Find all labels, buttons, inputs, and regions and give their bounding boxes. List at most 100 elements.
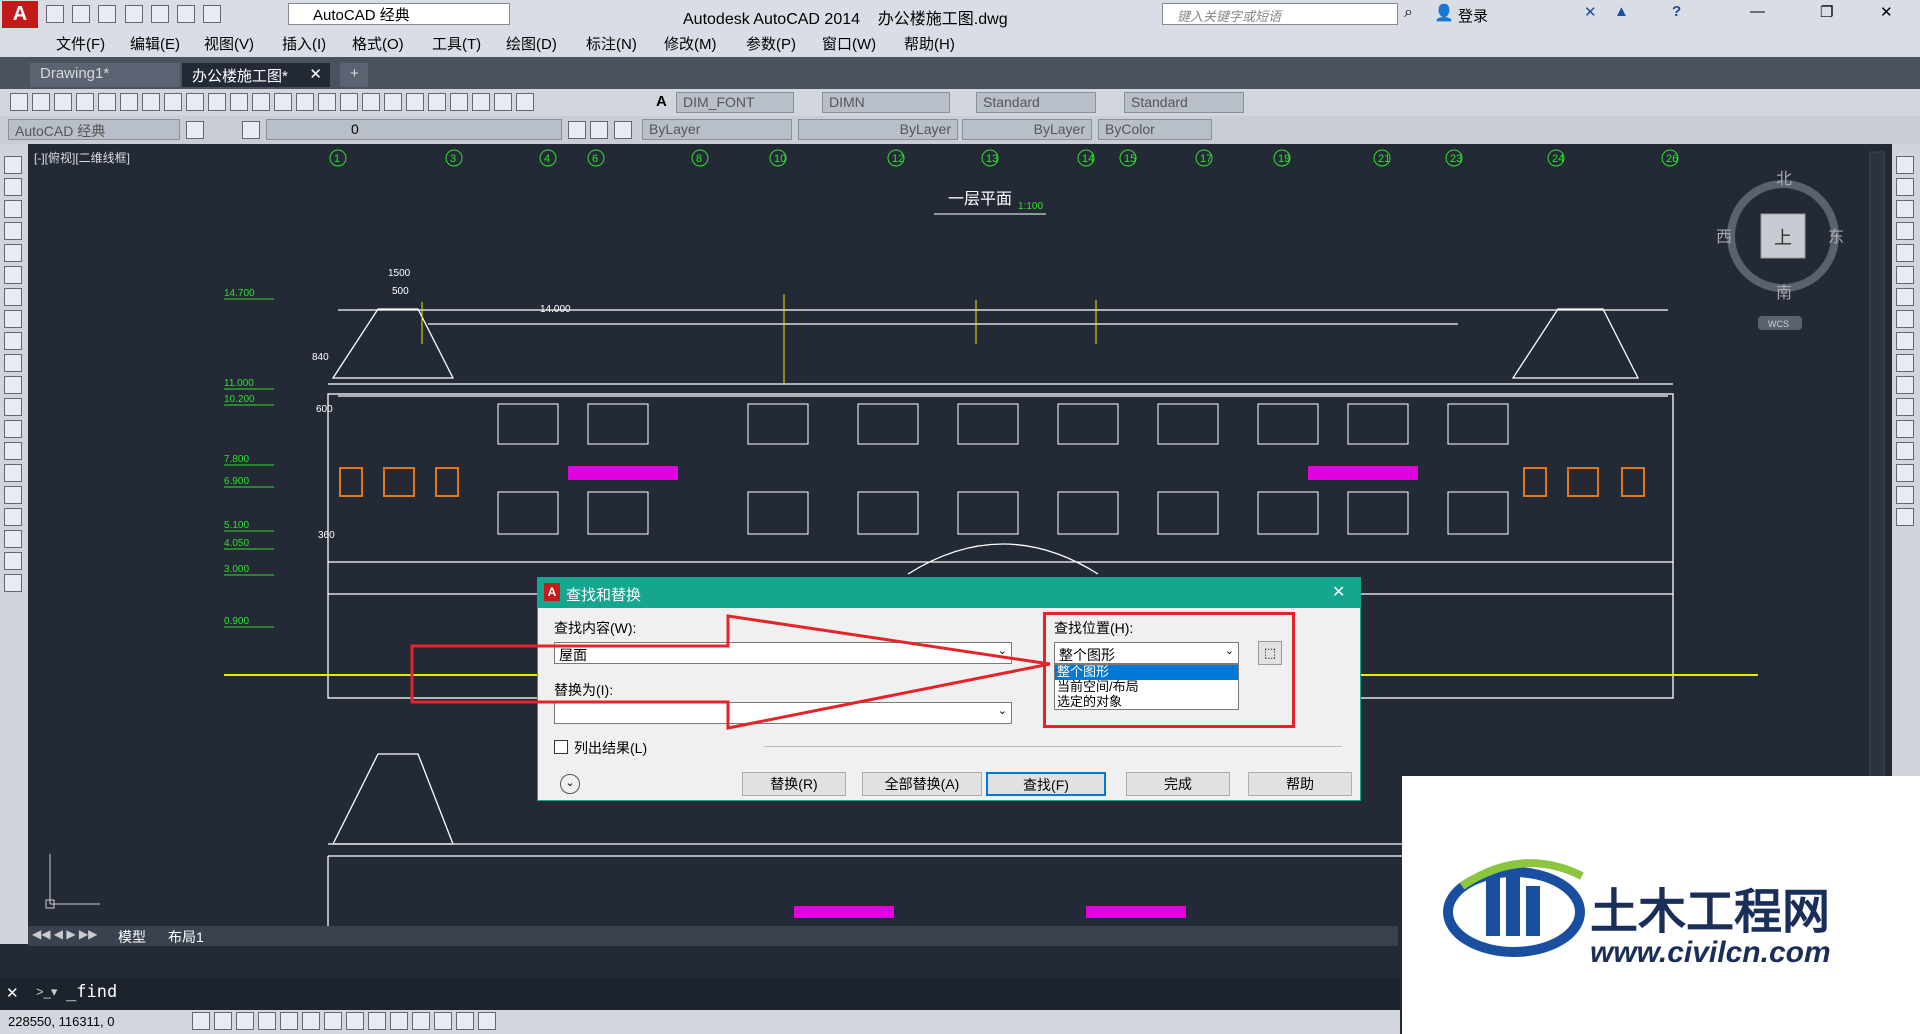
tab-office-drawing[interactable]: 办公楼施工图* ✕ [182,63,330,87]
dialog-close-icon[interactable]: ✕ [1332,582,1345,602]
ellipse-arc-icon[interactable] [4,376,22,394]
extend-icon[interactable] [1896,376,1914,394]
minimize-icon[interactable]: — [1750,3,1765,20]
linetype-dropdown[interactable]: ByLayer [798,119,958,140]
undo-icon[interactable] [274,93,292,112]
color-dropdown[interactable]: ByLayer [642,119,792,140]
login-link[interactable]: 登录 [1458,5,1488,26]
list-results-label[interactable]: 列出结果(L) [574,738,647,758]
tab-drawing1[interactable]: Drawing1* [30,63,180,87]
publish-icon[interactable] [120,93,138,112]
blend-icon[interactable] [1896,486,1914,504]
hatch-icon[interactable] [4,464,22,482]
restore-icon[interactable]: ❐ [1820,3,1833,21]
table-icon[interactable] [4,530,22,548]
workspace-settings-icon[interactable] [186,121,204,139]
open-icon[interactable] [32,93,50,112]
layer-properties-icon[interactable] [242,121,260,139]
viewcube-south[interactable]: 南 [1776,284,1792,302]
user-icon[interactable]: 👤 [1434,3,1454,23]
menu-view[interactable]: 视图(V) [204,33,254,54]
snap-icon[interactable] [214,1012,232,1031]
zoom-realtime-icon[interactable] [340,93,358,112]
autocad-logo-icon[interactable]: A [2,1,38,28]
markup-icon[interactable] [494,93,512,112]
close-command-icon[interactable]: ✕ [6,984,19,1002]
help-button[interactable]: 帮助 [1248,772,1352,796]
dyn-icon[interactable] [390,1012,408,1031]
quickcalc-icon[interactable] [516,93,534,112]
xline-icon[interactable] [4,178,22,196]
menu-format[interactable]: 格式(O) [352,33,404,54]
layout-nav-icon[interactable]: ◀◀ ◀ ▶ ▶▶ [32,927,97,941]
new-icon[interactable] [10,93,28,112]
rectangle-icon[interactable] [4,244,22,262]
add-selected-icon[interactable] [4,574,22,592]
polygon-icon[interactable] [4,222,22,240]
undo-icon[interactable] [176,5,195,24]
offset-icon[interactable] [1896,222,1914,240]
replace-input[interactable]: ⌄ [554,702,1012,724]
design-center-icon[interactable] [428,93,446,112]
viewcube-north[interactable]: 北 [1776,170,1792,188]
break-icon[interactable] [1896,398,1914,416]
lineweight-dropdown[interactable]: ByLayer [962,119,1092,140]
gradient-icon[interactable] [4,486,22,504]
search-input[interactable]: 键入关键字或短语 [1162,3,1398,25]
dim-style-dropdown[interactable]: DIMN [822,92,950,113]
save-icon[interactable] [54,93,72,112]
viewcube-east[interactable]: 东 [1828,228,1844,246]
mleader-style-dropdown[interactable]: Standard [1124,92,1244,113]
viewcube-west[interactable]: 西 [1716,229,1732,246]
circle-icon[interactable] [4,288,22,306]
grid-icon[interactable] [236,1012,254,1031]
menu-parametric[interactable]: 参数(P) [746,33,796,54]
menu-modify[interactable]: 修改(M) [664,33,717,54]
viewcube-top[interactable]: 上 [1774,228,1792,248]
new-icon[interactable] [46,5,64,24]
ellipse-icon[interactable] [4,354,22,372]
menu-draw[interactable]: 绘图(D) [506,33,557,54]
move-icon[interactable] [1896,266,1914,284]
menu-edit[interactable]: 编辑(E) [130,33,180,54]
preview-icon[interactable] [98,93,116,112]
fillet-icon[interactable] [1896,464,1914,482]
3d-dwf-icon[interactable] [142,93,160,112]
table-style-dropdown[interactable]: Standard [976,92,1096,113]
print-icon[interactable] [150,5,169,24]
revcloud-icon[interactable] [4,310,22,328]
redo-icon[interactable] [296,93,314,112]
rotate-icon[interactable] [1896,288,1914,306]
menu-file[interactable]: 文件(F) [56,33,105,54]
paste-icon[interactable] [208,93,226,112]
pan-icon[interactable] [318,93,336,112]
menu-tools[interactable]: 工具(T) [432,33,481,54]
mtext-icon[interactable] [4,552,22,570]
replace-all-button[interactable]: 全部替换(A) [862,772,982,796]
dialog-title-bar[interactable]: A 查找和替换 ✕ [538,578,1360,608]
erase-icon[interactable] [1896,156,1914,174]
menu-insert[interactable]: 插入(I) [282,33,326,54]
done-button[interactable]: 完成 [1126,772,1230,796]
menu-window[interactable]: 窗口(W) [822,33,876,54]
infer-icon[interactable] [192,1012,210,1031]
ducs-icon[interactable] [368,1012,386,1031]
mirror-icon[interactable] [1896,200,1914,218]
find-dropdown-icon[interactable]: ⌄ [998,644,1007,657]
point-icon[interactable] [4,442,22,460]
wcs-badge[interactable]: WCS [1768,319,1789,329]
chamfer-icon[interactable] [1896,442,1914,460]
polyline-icon[interactable] [4,200,22,218]
tool-palette-icon[interactable] [450,93,468,112]
menu-help[interactable]: 帮助(H) [904,33,955,54]
insert-block-icon[interactable] [4,398,22,416]
block-editor-icon[interactable] [252,93,270,112]
list-results-checkbox[interactable] [554,740,568,754]
ortho-icon[interactable] [258,1012,276,1031]
save-as-icon[interactable] [124,5,143,24]
viewcube[interactable]: 上 北 南 西 东 WCS [1716,170,1844,330]
scale-icon[interactable] [1896,310,1914,328]
find-input[interactable]: 屋面 ⌄ [554,642,1012,664]
match-prop-icon[interactable] [230,93,248,112]
workspace-toolbar-dropdown[interactable]: AutoCAD 经典 [8,119,180,140]
